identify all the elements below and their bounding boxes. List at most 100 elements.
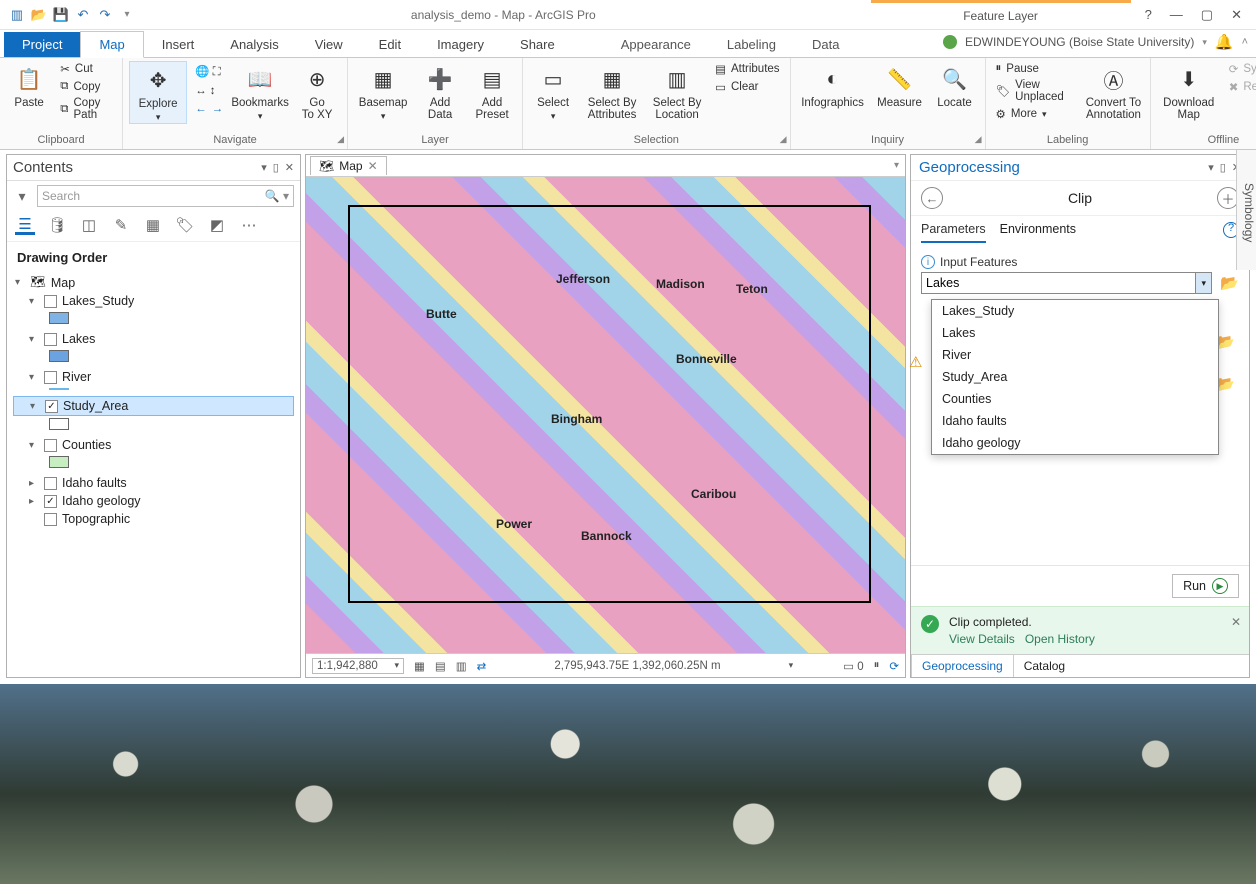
select-by-attributes-button[interactable]: ▦Select By Attributes bbox=[581, 61, 643, 122]
zoom-sel-icon[interactable]: ↔ ↕ bbox=[191, 84, 227, 98]
perspective-icon[interactable]: ◩ bbox=[207, 215, 227, 235]
tab-appearance[interactable]: Appearance bbox=[603, 32, 709, 57]
map-tab[interactable]: 🗺Map✕ bbox=[310, 156, 387, 175]
pin-icon[interactable]: ▯ bbox=[1220, 161, 1226, 174]
help-icon[interactable]: ? bbox=[1145, 7, 1152, 22]
dropdown-option[interactable]: Lakes bbox=[932, 322, 1218, 344]
layer-counties[interactable]: ▾Counties bbox=[13, 436, 294, 454]
bookmarks-button[interactable]: 📖Bookmarks▾ bbox=[231, 61, 289, 124]
coord-menu-icon[interactable]: ▾ bbox=[789, 660, 794, 671]
pin-icon[interactable]: ▯ bbox=[273, 161, 279, 174]
dropdown-option[interactable]: Idaho geology bbox=[932, 432, 1218, 454]
dropdown-option[interactable]: Lakes_Study bbox=[932, 300, 1218, 322]
dropdown-icon[interactable]: ▾ bbox=[1196, 272, 1212, 294]
view-menu-icon[interactable]: ▾ bbox=[894, 160, 905, 171]
tab-share[interactable]: Share bbox=[502, 32, 573, 57]
tree-root-map[interactable]: ▾🗺Map bbox=[13, 273, 294, 292]
tab-geoprocessing[interactable]: Geoprocessing bbox=[911, 655, 1014, 677]
tab-catalog[interactable]: Catalog bbox=[1014, 655, 1075, 677]
dropdown-option[interactable]: Idaho faults bbox=[932, 410, 1218, 432]
user-name[interactable]: EDWINDEYOUNG (Boise State University) bbox=[965, 35, 1194, 49]
layer-river[interactable]: ▾River bbox=[13, 368, 294, 386]
download-map-button[interactable]: ⬇Download Map bbox=[1157, 61, 1221, 121]
checkbox[interactable]: ✓ bbox=[45, 400, 58, 413]
checkbox[interactable] bbox=[44, 333, 57, 346]
maximize-icon[interactable]: ▢ bbox=[1201, 7, 1213, 23]
undo-icon[interactable]: ↶ bbox=[74, 6, 92, 24]
checkbox[interactable] bbox=[44, 439, 57, 452]
input-features-field[interactable] bbox=[921, 272, 1196, 294]
tab-labeling[interactable]: Labeling bbox=[709, 32, 794, 57]
add-data-button[interactable]: ➕Add Data bbox=[416, 61, 464, 122]
redo-icon[interactable]: ↷ bbox=[96, 6, 114, 24]
scale-input[interactable]: 1:1,942,880▾ bbox=[312, 658, 404, 674]
info-icon[interactable]: i bbox=[921, 255, 935, 269]
basemap-button[interactable]: ▦Basemap▾ bbox=[354, 61, 412, 122]
tab-environments[interactable]: Environments bbox=[1000, 222, 1076, 243]
close-pane-icon[interactable]: ✕ bbox=[285, 161, 294, 174]
dropdown-option[interactable]: Study_Area bbox=[932, 366, 1218, 388]
search-input[interactable]: Search 🔍 ▾ bbox=[37, 185, 294, 207]
explore-button[interactable]: ✥Explore▾ bbox=[129, 61, 187, 124]
drawing-order-icon[interactable]: ☰ bbox=[15, 215, 35, 235]
dropdown-option[interactable]: Counties bbox=[932, 388, 1218, 410]
dismiss-message-icon[interactable]: ✕ bbox=[1231, 615, 1241, 629]
pause-draw-icon[interactable]: ⏸ bbox=[874, 659, 880, 672]
layer-lakes-study[interactable]: ▾Lakes_Study bbox=[13, 292, 294, 310]
select-by-location-button[interactable]: ▥Select By Location bbox=[647, 61, 707, 122]
tab-map[interactable]: Map bbox=[80, 31, 143, 58]
close-icon[interactable]: ✕ bbox=[1231, 7, 1242, 23]
pane-menu-icon[interactable]: ▾ bbox=[1208, 161, 1214, 174]
browse-folder-icon[interactable]: 📂 bbox=[1216, 333, 1235, 351]
browse-folder-icon[interactable]: 📂 bbox=[1220, 274, 1239, 292]
tab-data[interactable]: Data bbox=[794, 32, 857, 57]
layer-lakes[interactable]: ▾Lakes bbox=[13, 330, 294, 348]
layer-idaho-geology[interactable]: ▸✓Idaho geology bbox=[13, 492, 294, 510]
layer-topographic[interactable]: ▸Topographic bbox=[13, 510, 294, 528]
selected-features-icon[interactable]: ▭ 0 bbox=[843, 659, 863, 673]
prev-next-extent-icon[interactable]: ← → bbox=[191, 102, 227, 116]
locate-button[interactable]: 🔍Locate bbox=[931, 61, 979, 109]
open-history-link[interactable]: Open History bbox=[1025, 632, 1095, 646]
back-icon[interactable]: ← bbox=[921, 187, 943, 209]
dropdown-option[interactable]: River bbox=[932, 344, 1218, 366]
map-canvas[interactable]: Butte Jefferson Madison Teton Bingham Bo… bbox=[306, 177, 905, 653]
paste-button[interactable]: 📋Paste bbox=[6, 61, 52, 122]
checkbox[interactable] bbox=[44, 477, 57, 490]
snapping-view-icon[interactable]: ▦ bbox=[143, 215, 163, 235]
cut-button[interactable]: ✂Cut bbox=[56, 61, 116, 77]
infographics-button[interactable]: ◐Infographics bbox=[797, 61, 869, 109]
pause-labels-button[interactable]: ⏸Pause bbox=[992, 61, 1080, 76]
checkbox[interactable] bbox=[44, 295, 57, 308]
tab-imagery[interactable]: Imagery bbox=[419, 32, 502, 57]
tab-project[interactable]: Project bbox=[4, 32, 80, 57]
status-icon-1[interactable]: ▦ bbox=[414, 659, 425, 673]
clear-selection-button[interactable]: ▭Clear bbox=[711, 79, 783, 95]
minimize-icon[interactable]: — bbox=[1170, 7, 1183, 22]
navigate-launcher-icon[interactable]: ◢ bbox=[337, 134, 344, 145]
close-map-tab-icon[interactable]: ✕ bbox=[368, 159, 378, 173]
tab-parameters[interactable]: Parameters bbox=[921, 222, 986, 243]
data-source-icon[interactable]: 🛢 bbox=[47, 215, 67, 235]
filter-icon[interactable]: ▾ bbox=[13, 188, 31, 205]
convert-annotation-button[interactable]: ⒶConvert To Annotation bbox=[1083, 61, 1144, 122]
browse-folder-icon[interactable]: 📂 bbox=[1216, 375, 1235, 393]
tab-insert[interactable]: Insert bbox=[144, 32, 213, 57]
open-project-icon[interactable]: 📂 bbox=[30, 6, 48, 24]
view-details-link[interactable]: View Details bbox=[949, 632, 1015, 646]
layer-idaho-faults[interactable]: ▸Idaho faults bbox=[13, 474, 294, 492]
measure-button[interactable]: 📏Measure bbox=[873, 61, 927, 109]
full-extent-icon[interactable]: 🌐 ⛶ bbox=[191, 63, 227, 80]
labeling-view-icon[interactable]: 🏷 bbox=[175, 215, 195, 235]
copy-path-button[interactable]: ⧉Copy Path bbox=[56, 96, 116, 122]
more-views-icon[interactable]: ⋯ bbox=[239, 215, 259, 235]
tab-edit[interactable]: Edit bbox=[361, 32, 419, 57]
copy-button[interactable]: ⧉Copy bbox=[56, 79, 116, 94]
save-icon[interactable]: 💾 bbox=[52, 6, 70, 24]
editing-view-icon[interactable]: ✎ bbox=[111, 215, 131, 235]
checkbox[interactable] bbox=[44, 371, 57, 384]
checkbox[interactable]: ✓ bbox=[44, 495, 57, 508]
add-preset-button[interactable]: ▤Add Preset bbox=[468, 61, 516, 122]
qat-customize-icon[interactable]: ▾ bbox=[118, 6, 136, 24]
checkbox[interactable] bbox=[44, 513, 57, 526]
